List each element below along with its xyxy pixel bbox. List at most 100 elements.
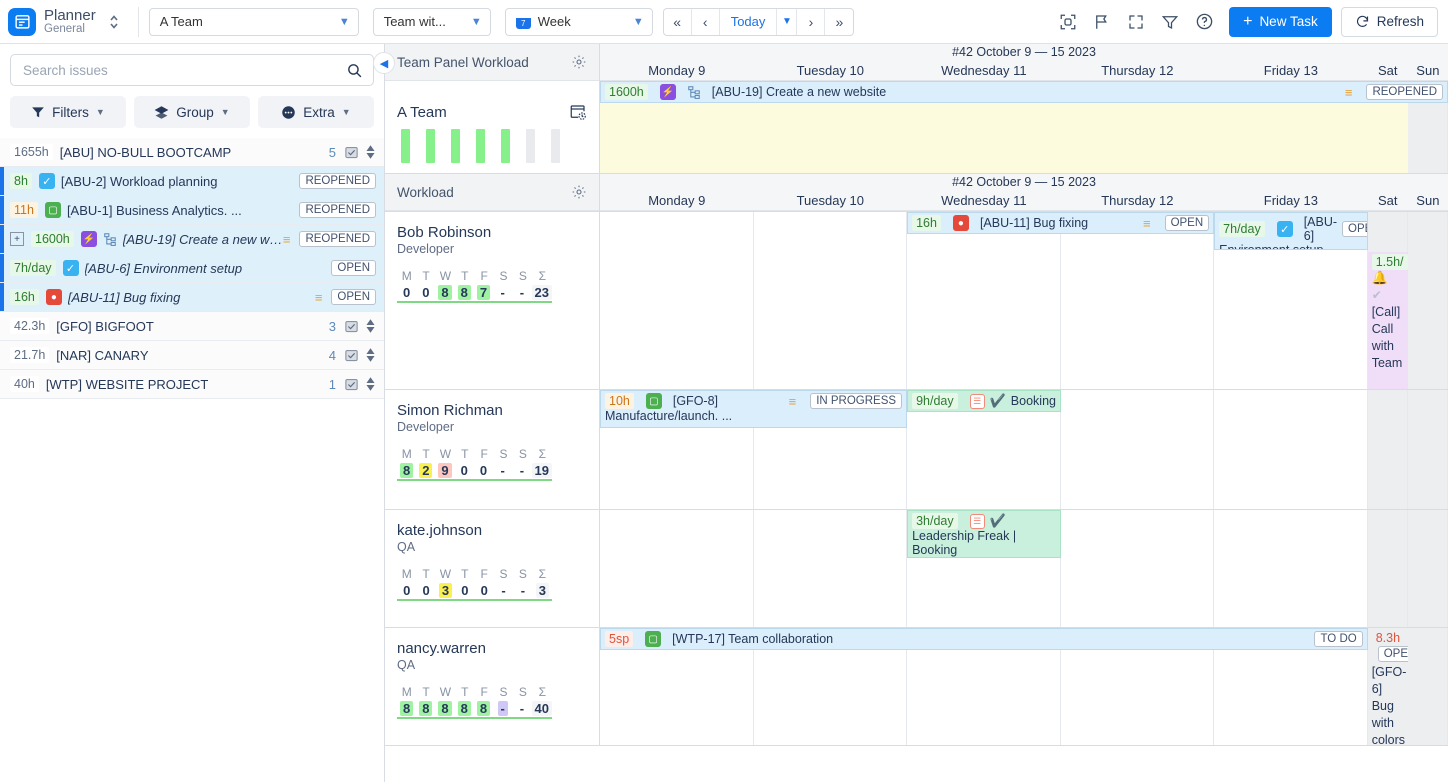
sidebar-collapse-button[interactable]: ◀ xyxy=(373,52,395,74)
brand-text: Planner General xyxy=(44,8,96,36)
epic-icon: ⚡ xyxy=(660,84,676,100)
day-headers: Monday 9Tuesday 10Wednesday 11Thursday 1… xyxy=(600,63,1448,78)
issue-row[interactable]: +1600h⚡[ABU-19] Create a new website≡REO… xyxy=(0,225,384,254)
event-abu11[interactable]: 16h●[ABU-11] Bug fixing≡OPEN xyxy=(907,212,1214,234)
extra-button[interactable]: Extra ▼ xyxy=(258,96,374,128)
filter-icon[interactable] xyxy=(1155,7,1185,37)
filters-button[interactable]: Filters ▼ xyxy=(10,96,126,128)
person-name[interactable]: Simon Richman xyxy=(397,402,587,419)
team-with-select[interactable]: Team wit... ▼ xyxy=(373,8,491,36)
task-toggle-icon[interactable] xyxy=(344,348,359,363)
refresh-button[interactable]: Refresh xyxy=(1341,7,1438,37)
task-toggle-icon[interactable] xyxy=(344,145,359,160)
grid-column-5 xyxy=(1368,390,1408,509)
event-title: [ABU-6] xyxy=(1304,215,1337,243)
workload-value: 8 xyxy=(474,700,493,717)
issue-row[interactable]: 1655h[ABU] NO-BULL BOOTCAMP5 xyxy=(0,138,384,167)
issue-row[interactable]: 8h✓[ABU-2] Workload planningREOPENED xyxy=(0,167,384,196)
event-gfo6[interactable]: 8.3h●OPEN[GFO-6] Bug with colors xyxy=(1368,628,1408,745)
calendar-icon: 7 xyxy=(516,14,531,29)
issue-row[interactable]: 11h▢[ABU-1] Business Analytics. ...REOPE… xyxy=(0,196,384,225)
gear-icon[interactable] xyxy=(571,54,587,70)
group-button[interactable]: Group ▼ xyxy=(134,96,250,128)
chevron-down-icon: ▼ xyxy=(342,107,351,117)
weekday-header: M xyxy=(397,566,416,582)
event-title: [GFO-8] xyxy=(673,394,718,408)
gear-icon[interactable] xyxy=(571,184,587,200)
issue-hours: 40h xyxy=(10,376,39,392)
sort-icon[interactable] xyxy=(365,318,376,334)
expand-icon[interactable]: + xyxy=(10,232,24,246)
event-booking1[interactable]: 9h/day☰✔️Booking xyxy=(907,390,1061,412)
event-title: [WTP-17] Team collaboration xyxy=(672,632,833,646)
team-event-abu19[interactable]: 1600h ⚡ [ABU-19] Create a new website ≡ … xyxy=(600,81,1448,103)
seal-icon: ✔ xyxy=(1372,287,1404,304)
person-name[interactable]: Bob Robinson xyxy=(397,224,587,241)
issue-title: [ABU-2] Workload planning xyxy=(61,174,294,189)
event-call[interactable]: 1.5h/🔔✔[Call] Call with Team xyxy=(1368,252,1408,389)
person-name[interactable]: kate.johnson xyxy=(397,522,587,539)
weekday-header: F xyxy=(475,566,494,582)
issue-title: [ABU] NO-BULL BOOTCAMP xyxy=(60,145,329,160)
issue-row[interactable]: 7h/day✓[ABU-6] Environment setupOPEN xyxy=(0,254,384,283)
brand-switcher-icon[interactable] xyxy=(108,12,120,32)
issue-row[interactable]: 42.3h[GFO] BIGFOOT3 xyxy=(0,312,384,341)
plus-icon: + xyxy=(1243,14,1252,30)
new-task-button[interactable]: + New Task xyxy=(1229,7,1332,37)
flag-icon[interactable] xyxy=(1087,7,1117,37)
fullscreen-icon[interactable] xyxy=(1121,7,1151,37)
chevron-down-icon: ▼ xyxy=(471,16,482,28)
sort-icon[interactable] xyxy=(365,144,376,160)
person-workload-cell: kate.johnsonQAMTWTFSSΣ00300--3 xyxy=(385,510,600,627)
weekday-header: Σ xyxy=(533,684,552,700)
week-header-workload: #42 October 9 — 15 2023 Monday 9Tuesday … xyxy=(600,174,1448,211)
workload-header-row: MTWTFSSΣ xyxy=(397,684,552,700)
help-icon[interactable] xyxy=(1189,7,1219,37)
workload-value: 0 xyxy=(397,284,416,301)
search-box[interactable] xyxy=(10,54,374,86)
nav-last-button[interactable]: » xyxy=(825,9,853,35)
task-toggle-icon[interactable] xyxy=(344,319,359,334)
issue-row[interactable]: 21.7h[NAR] CANARY4 xyxy=(0,341,384,370)
workload-bar-3 xyxy=(476,129,485,163)
event-wtp17[interactable]: 5sp▢[WTP-17] Team collaborationTO DO xyxy=(600,628,1368,650)
event-abu6[interactable]: 7h/day✓[ABU-6]OPENEnvironment setup xyxy=(1214,212,1368,250)
nav-today-button[interactable]: Today xyxy=(720,9,778,35)
nav-next-button[interactable]: › xyxy=(797,9,825,35)
workload-table: MTWTFSSΣ00887--23 xyxy=(397,268,552,303)
task-toggle-icon[interactable] xyxy=(344,377,359,392)
team-select[interactable]: A Team ▼ xyxy=(149,8,359,36)
view-range-value: Week xyxy=(538,14,571,29)
calendar-clock-icon[interactable] xyxy=(569,103,587,121)
search-icon[interactable] xyxy=(346,62,363,79)
workload-value: 0 xyxy=(455,462,474,479)
extra-label: Extra xyxy=(303,105,335,120)
sort-icon[interactable] xyxy=(365,347,376,363)
workload-value: 2 xyxy=(416,462,435,479)
person-name[interactable]: nancy.warren xyxy=(397,640,587,657)
chevron-down-icon: ▼ xyxy=(221,107,230,117)
nav-prev-button[interactable]: ‹ xyxy=(692,9,720,35)
sort-icon[interactable] xyxy=(365,376,376,392)
epic-duration-band xyxy=(600,103,1408,173)
status-badge: OPEN xyxy=(331,260,376,276)
team-panel-left: Team Panel Workload A Team xyxy=(385,44,600,173)
issue-row[interactable]: 40h[WTP] WEBSITE PROJECT1 xyxy=(0,370,384,399)
workload-value: 8 xyxy=(397,462,416,479)
issue-row[interactable]: 16h●[ABU-11] Bug fixing≡OPEN xyxy=(0,283,384,312)
issue-title: [ABU-1] Business Analytics. ... xyxy=(67,203,294,218)
sidebar-toolbar: Filters ▼ Group ▼ xyxy=(0,92,384,138)
status-badge: IN PROGRESS xyxy=(810,393,902,409)
structure-icon[interactable] xyxy=(1053,7,1083,37)
nav-today-dropdown-icon[interactable]: ▼ xyxy=(777,9,797,35)
view-range-select[interactable]: 7 Week ▼ xyxy=(505,8,653,36)
app-brand[interactable]: Planner General xyxy=(8,8,128,36)
issue-hours: 7h/day xyxy=(10,260,56,276)
nav-first-button[interactable]: « xyxy=(664,9,692,35)
event-gfo8[interactable]: 10h▢[GFO-8]≡IN PROGRESSManufacture/launc… xyxy=(600,390,907,428)
app-title: Planner xyxy=(44,8,96,24)
issue-title: [ABU-19] Create a new website xyxy=(123,232,283,247)
weekday-header: T xyxy=(455,684,474,700)
event-lead[interactable]: 3h/day☰✔️Leadership Freak |Booking xyxy=(907,510,1061,558)
search-input[interactable] xyxy=(21,62,346,79)
